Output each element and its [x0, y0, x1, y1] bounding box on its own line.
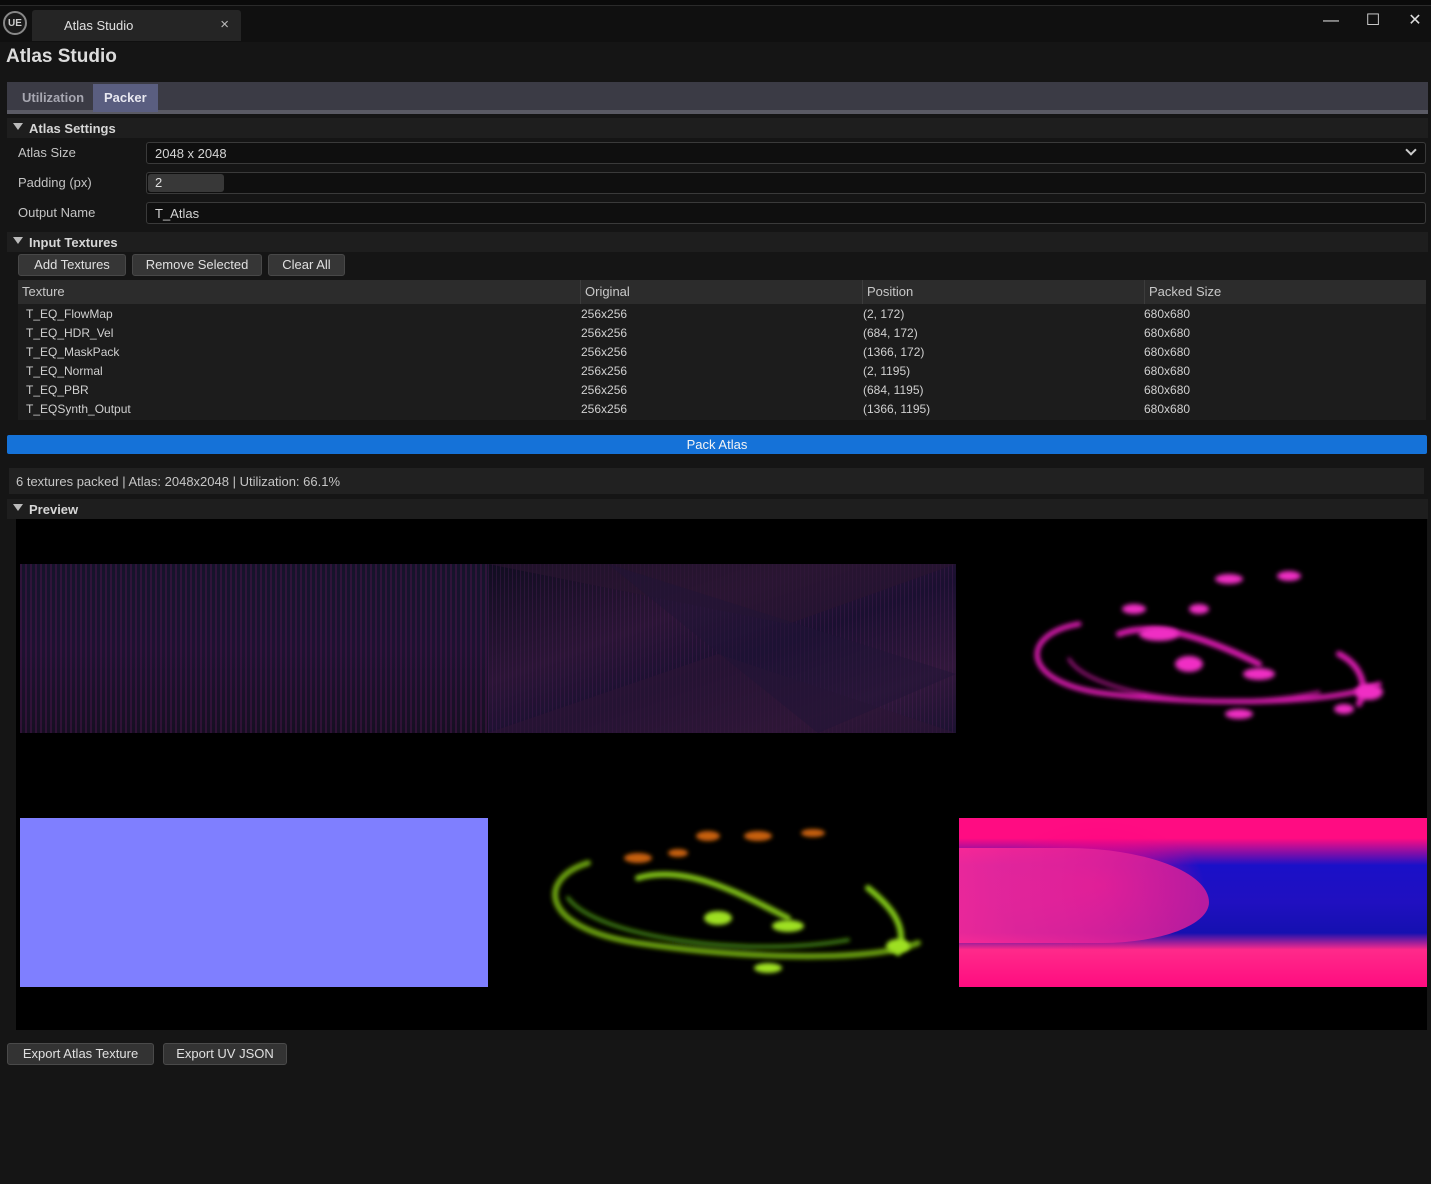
padding-label: Padding (px): [18, 175, 92, 190]
pbr-swirl: [552, 829, 921, 973]
preview-tile-pbr: [488, 818, 956, 987]
maximize-icon[interactable]: ☐: [1358, 10, 1388, 32]
atlas-settings-header[interactable]: Atlas Settings: [7, 118, 1428, 138]
cell-packed-size: 680x680: [1144, 383, 1191, 397]
table-row[interactable]: T_EQ_HDR_Vel 256x256 (684, 172) 680x680: [18, 324, 1426, 343]
input-textures-title: Input Textures: [29, 235, 118, 250]
export-atlas-texture-button[interactable]: Export Atlas Texture: [7, 1043, 154, 1065]
cell-texture: T_EQ_MaskPack: [26, 345, 120, 359]
clear-all-button[interactable]: Clear All: [268, 254, 345, 276]
chevron-down-icon: [1405, 144, 1417, 156]
atlas-size-label: Atlas Size: [18, 145, 76, 160]
preview-tile-normal: [20, 818, 488, 987]
pack-atlas-button[interactable]: Pack Atlas: [7, 435, 1427, 454]
cell-position: (684, 172): [863, 326, 918, 340]
column-header-texture[interactable]: Texture: [18, 280, 580, 304]
cell-packed-size: 680x680: [1144, 307, 1191, 321]
collapse-triangle-icon: [13, 504, 23, 511]
column-header-position[interactable]: Position: [862, 280, 1144, 304]
cell-original: 256x256: [581, 345, 628, 359]
tab-utilization[interactable]: Utilization: [11, 84, 95, 112]
texture-table-body: T_EQ_FlowMap 256x256 (2, 172) 680x680 T_…: [18, 304, 1426, 420]
collapse-triangle-icon: [13, 123, 23, 130]
cell-original: 256x256: [581, 364, 628, 378]
table-row[interactable]: T_EQSynth_Output 256x256 (1366, 1195) 68…: [18, 400, 1426, 419]
cell-texture: T_EQSynth_Output: [26, 402, 131, 416]
add-textures-button[interactable]: Add Textures: [18, 254, 126, 276]
padding-input[interactable]: 2: [148, 174, 224, 192]
unreal-logo-icon[interactable]: UE: [3, 11, 27, 35]
cell-position: (2, 1195): [863, 364, 911, 378]
cell-packed-size: 680x680: [1144, 402, 1191, 416]
synth-output-blob: [959, 848, 1209, 943]
texture-table-header: Texture Original Position Packed Size: [18, 280, 1426, 304]
cell-original: 256x256: [581, 383, 628, 397]
cell-position: (684, 1195): [863, 383, 924, 397]
table-row[interactable]: T_EQ_MaskPack 256x256 (1366, 172) 680x68…: [18, 343, 1426, 362]
preview-tile-maskpack: [959, 564, 1427, 733]
app-title: Atlas Studio: [6, 46, 117, 67]
cell-texture: T_EQ_FlowMap: [26, 307, 113, 321]
tab-bar: Utilization Packer: [7, 82, 1428, 114]
preview-tile-synth-output: [959, 818, 1427, 987]
title-bar: UE Atlas Studio × — ☐ ✕: [0, 6, 1431, 42]
cell-texture: T_EQ_HDR_Vel: [26, 326, 114, 340]
status-text: 6 textures packed | Atlas: 2048x2048 | U…: [9, 468, 1424, 494]
maskpack-swirl: [1034, 571, 1383, 719]
output-name-label: Output Name: [18, 205, 96, 220]
document-tab[interactable]: Atlas Studio ×: [32, 10, 241, 41]
column-header-packed-size[interactable]: Packed Size: [1144, 280, 1426, 304]
cell-texture: T_EQ_PBR: [26, 383, 89, 397]
close-window-icon[interactable]: ✕: [1400, 10, 1430, 32]
minimize-icon[interactable]: —: [1316, 10, 1346, 32]
preview-tile-flowmap: [20, 564, 488, 733]
preview-tile-hdr-vel: [488, 564, 956, 733]
close-tab-icon[interactable]: ×: [220, 16, 229, 33]
collapse-triangle-icon: [13, 237, 23, 244]
column-header-original[interactable]: Original: [580, 280, 862, 304]
cell-position: (2, 172): [863, 307, 905, 321]
table-row[interactable]: T_EQ_Normal 256x256 (2, 1195) 680x680: [18, 362, 1426, 381]
atlas-settings-title: Atlas Settings: [29, 121, 116, 136]
padding-row: 2: [146, 172, 1426, 194]
preview-header[interactable]: Preview: [7, 499, 1428, 519]
remove-selected-button[interactable]: Remove Selected: [132, 254, 262, 276]
atlas-size-select[interactable]: 2048 x 2048: [146, 142, 1426, 164]
table-row[interactable]: T_EQ_FlowMap 256x256 (2, 172) 680x680: [18, 305, 1426, 324]
document-tab-label: Atlas Studio: [64, 18, 134, 33]
output-name-input[interactable]: T_Atlas: [146, 202, 1426, 224]
cell-packed-size: 680x680: [1144, 364, 1191, 378]
table-row[interactable]: T_EQ_PBR 256x256 (684, 1195) 680x680: [18, 381, 1426, 400]
cell-original: 256x256: [581, 307, 628, 321]
cell-original: 256x256: [581, 402, 628, 416]
cell-packed-size: 680x680: [1144, 345, 1191, 359]
cell-position: (1366, 172): [863, 345, 925, 359]
cell-texture: T_EQ_Normal: [26, 364, 103, 378]
atlas-size-value: 2048 x 2048: [155, 146, 227, 161]
cell-packed-size: 680x680: [1144, 326, 1191, 340]
hdr-vel-pattern: [488, 564, 956, 733]
export-uv-json-button[interactable]: Export UV JSON: [163, 1043, 287, 1065]
input-textures-header[interactable]: Input Textures: [7, 232, 1428, 252]
preview-title: Preview: [29, 502, 79, 517]
cell-original: 256x256: [581, 326, 628, 340]
atlas-preview[interactable]: [16, 519, 1427, 1030]
cell-position: (1366, 1195): [863, 402, 931, 416]
tab-packer[interactable]: Packer: [93, 84, 158, 112]
